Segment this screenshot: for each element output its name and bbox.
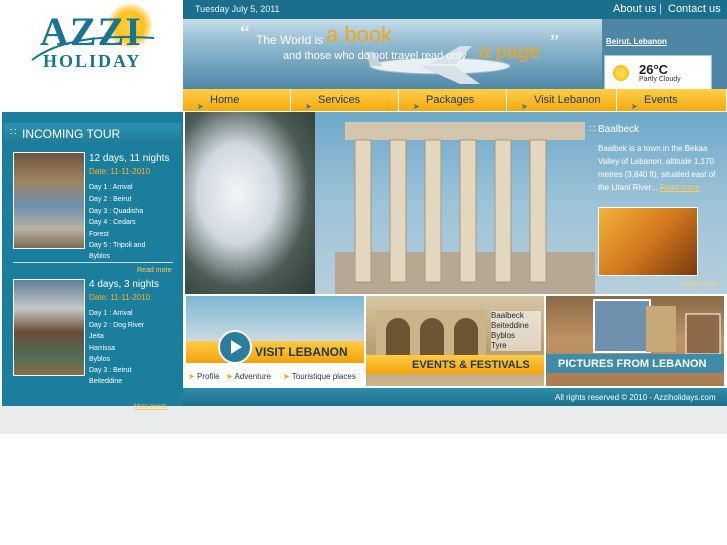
visit-lebanon-title[interactable]: VISIT LEBANON (255, 345, 348, 359)
tour-day: Day 4 : Cedars (89, 219, 136, 226)
banner-highlight-book: a book (326, 22, 393, 47)
festival-place: Beiteddine (491, 321, 529, 330)
touristique-places-label: Touristique places (291, 372, 356, 381)
tour-day: Byblos (89, 253, 111, 260)
tour-day: Day 5 : Tripoli and (89, 242, 146, 249)
play-icon[interactable] (218, 330, 252, 364)
adventure-label: Adventure (234, 372, 271, 381)
weather-condition: Partly Cloudy (639, 76, 681, 83)
pictures-title[interactable]: PICTURES FROM LEBANON (558, 358, 707, 370)
tour-day: Byblos (89, 356, 111, 363)
more-pictures-link[interactable]: More pictures (682, 281, 718, 287)
nav-label: Home (210, 94, 240, 106)
nav-label: Events (644, 94, 678, 106)
nav-item-home[interactable]: ➤ Home (183, 89, 291, 111)
quote-open: “ (240, 20, 250, 45)
logo-text: AZZI (40, 9, 142, 54)
more-events-link[interactable]: More events (134, 404, 167, 410)
tour-day: Forest (89, 231, 109, 238)
sun-icon (613, 65, 629, 81)
arrow-right-icon: ➤ (226, 372, 233, 381)
nav-label: Services (318, 94, 361, 106)
profile-label: Profile (196, 372, 220, 381)
nav-label: Visit Lebanon (534, 94, 601, 106)
tour-date: Date: 11-11-2010 (89, 167, 151, 176)
hero-read-more-link[interactable]: Read more (660, 183, 700, 192)
banner-highlight-page: a page (479, 41, 541, 63)
snowy-tree-image (185, 112, 315, 294)
hero-title: Baalbeck (598, 124, 640, 135)
tour-thumbnail[interactable] (13, 152, 85, 249)
tour-thumbnail[interactable] (13, 279, 85, 376)
contact-us-link[interactable]: Contact us (668, 3, 721, 15)
read-more-link[interactable]: Read more (137, 267, 172, 274)
nav-item-visit-lebanon[interactable]: ➤ Visit Lebanon (507, 89, 617, 111)
hero-description: Baalbek is a town in the Bekaa Valley of… (598, 142, 716, 194)
page-bottom-band (0, 406, 727, 434)
dots-arrow-icon: ∷ (589, 124, 596, 135)
festival-places-list: Baalbeck Beiteddine Byblos Tyre (491, 311, 541, 351)
dots-arrow-icon: ∷ (10, 127, 17, 138)
weather-city-link[interactable]: Beirut, Lebanon (606, 37, 667, 46)
nav-label: Packages (426, 94, 475, 106)
arrow-right-icon: ➤ (188, 372, 195, 381)
tour-day: Jeita (89, 333, 104, 340)
tour-day: Day 2 : Dog River (89, 322, 145, 329)
current-date: Tuesday July 5, 2011 (195, 4, 280, 14)
tour-date: Date: 11-11-2010 (89, 293, 151, 302)
copyright-text: All rights reserved © 2010 - Azziholiday… (555, 393, 716, 402)
baalbek-thumbnail[interactable] (598, 207, 698, 276)
banner-text-line1: The World is (256, 33, 324, 47)
tour-title[interactable]: 12 days, 11 nights (89, 153, 169, 164)
divider (13, 262, 173, 263)
tour-day: Beiteddine (89, 378, 123, 385)
incoming-tour-title: INCOMING TOUR (22, 127, 121, 141)
main-nav: ➤ Home ➤ Services ➤ Packages ➤ Visit Leb… (183, 89, 727, 112)
profile-link[interactable]: ➤ Profile (188, 372, 220, 381)
link-separator: | (659, 3, 662, 15)
about-us-link[interactable]: About us (613, 3, 656, 15)
play-glyph (231, 340, 242, 354)
quote-close: ” (550, 31, 559, 53)
nav-item-events[interactable]: ➤ Events (617, 89, 727, 111)
weather-temperature: 26°C (639, 62, 669, 77)
arrow-right-icon: ➤ (283, 372, 290, 381)
tour-day: Day 2 : Beirut (89, 196, 132, 203)
banner-text-line2: and those who do not travel read only (283, 50, 467, 62)
tour-day: Day 3 : Quadisha (89, 208, 144, 215)
tour-day: Day 1 : Arrival (89, 184, 133, 191)
tour-day: Day 1 : Arrival (89, 310, 133, 317)
festival-place: Tyre (491, 341, 507, 350)
nav-item-services[interactable]: ➤ Services (291, 89, 399, 111)
festival-place: Byblos (491, 331, 516, 340)
tour-day: Day 3 : Beirut (89, 367, 132, 374)
festival-place: Baalbeck (491, 311, 524, 320)
events-festivals-title[interactable]: EVENTS & FESTIVALS (412, 359, 530, 371)
touristique-places-link[interactable]: ➤ Touristique places (283, 372, 356, 381)
tour-title[interactable]: 4 days, 3 nights (89, 279, 159, 290)
nav-item-packages[interactable]: ➤ Packages (399, 89, 507, 111)
logo-subtext: HOLIDAY (43, 51, 142, 71)
tour-day: Harrissa (89, 345, 116, 352)
adventure-link[interactable]: ➤ Adventure (226, 372, 271, 381)
